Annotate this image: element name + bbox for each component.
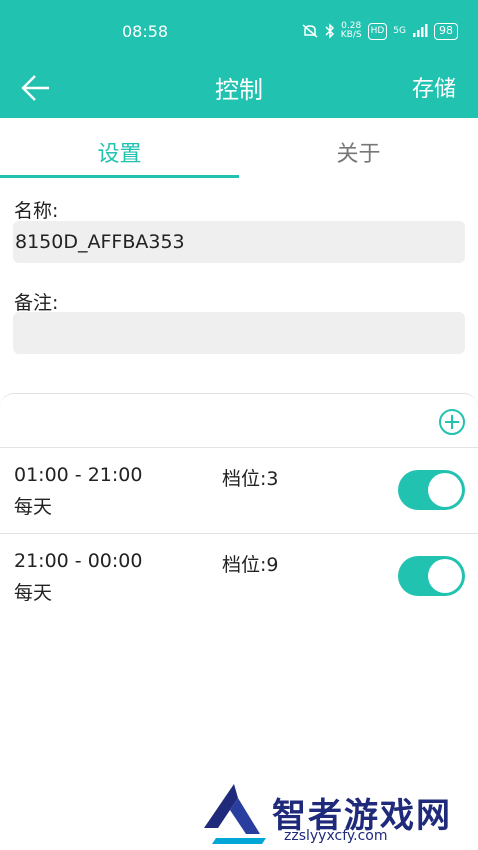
tab-settings[interactable]: 设置 [0, 118, 239, 180]
net-speed-unit: KB/S [340, 30, 362, 40]
schedule-toggle[interactable] [398, 470, 465, 510]
toggle-knob [428, 473, 462, 507]
schedule-row: 01:00 - 21:00 每天 档位:3 [0, 448, 478, 534]
schedule-time: 01:00 - 21:00 [14, 464, 143, 486]
toggle-knob [428, 559, 462, 593]
schedule-toggle[interactable] [398, 556, 465, 596]
battery-level: 98 [434, 22, 458, 40]
schedule-time: 21:00 - 00:00 [14, 550, 143, 572]
schedule-repeat: 每天 [14, 496, 53, 518]
bluetooth-icon [325, 23, 334, 39]
schedule-gear: 档位:3 [222, 468, 279, 490]
app-bar: 控制 存储 [0, 62, 478, 118]
watermark: 智者游戏网 zzslyyxcfy.com [198, 782, 478, 850]
note-input[interactable] [13, 312, 465, 354]
signal-icon [413, 24, 428, 37]
schedule-gear: 档位:9 [222, 554, 279, 576]
plus-circle-icon [439, 409, 465, 435]
mute-bell-icon [302, 24, 318, 38]
status-icons: 0.28 KB/S HD 5G 98 [301, 22, 458, 40]
add-schedule-button[interactable] [438, 408, 466, 436]
network-type: 5G [393, 25, 406, 36]
hd-badge: HD [367, 22, 388, 40]
schedule-repeat: 每天 [14, 582, 53, 604]
note-label: 备注: [14, 292, 59, 314]
save-button[interactable]: 存储 [412, 71, 456, 103]
tab-about[interactable]: 关于 [239, 118, 478, 180]
net-speed: 0.28 KB/S [341, 22, 362, 40]
status-time: 08:58 [122, 22, 169, 41]
tab-bar: 设置 关于 [0, 118, 478, 180]
status-bar: 08:58 0.28 KB/S HD 5G 98 [0, 0, 478, 62]
watermark-logo-icon [204, 784, 266, 844]
page-title: 控制 [215, 76, 263, 104]
watermark-url: zzslyyxcfy.com [284, 828, 388, 844]
name-label: 名称: [14, 200, 59, 222]
schedule-row: 21:00 - 00:00 每天 档位:9 [0, 534, 478, 620]
name-input[interactable] [13, 221, 465, 263]
